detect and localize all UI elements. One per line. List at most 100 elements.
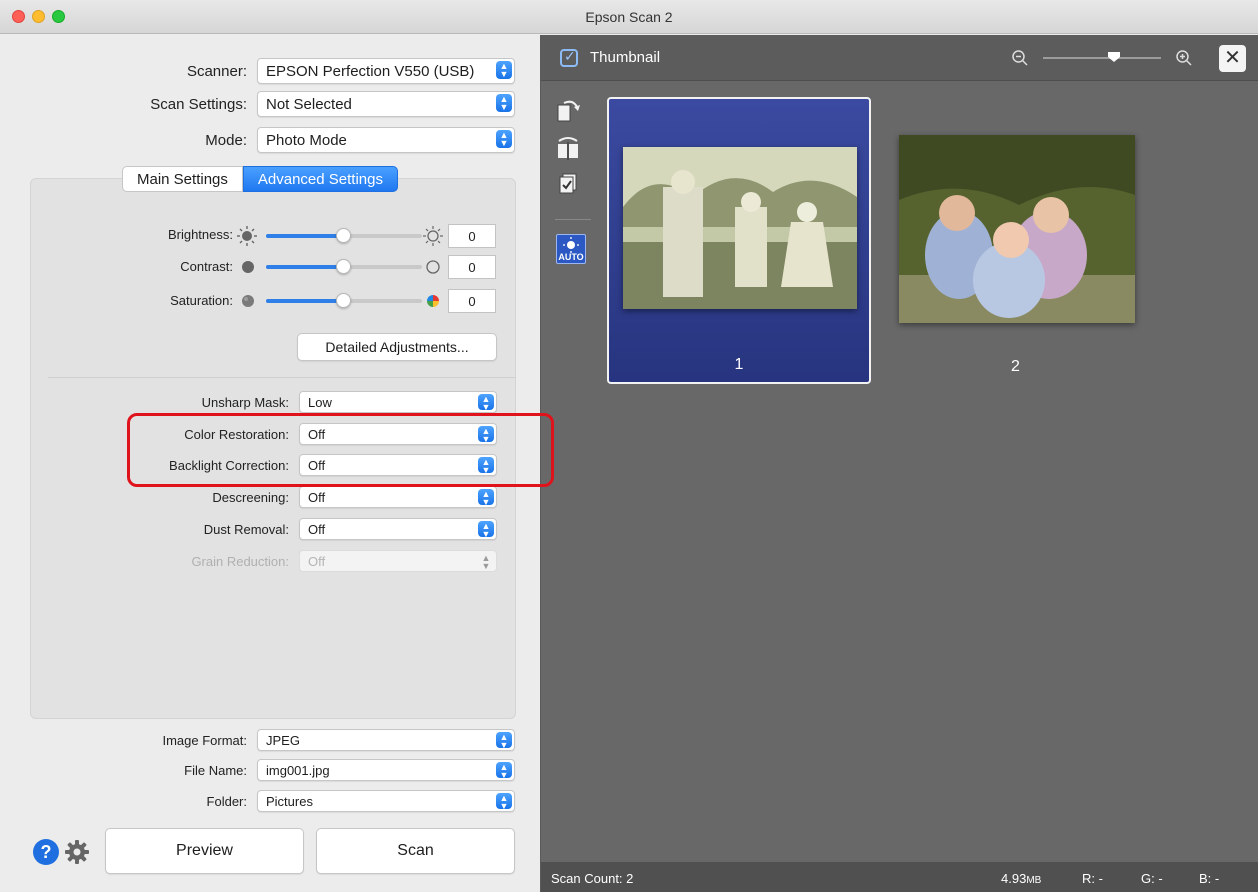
select-arrows-icon: ▲ ▼ (496, 61, 512, 79)
window-title: Epson Scan 2 (585, 9, 673, 25)
file-size-unit: MB (1026, 875, 1042, 886)
unsharp-mask-row: Unsharp Mask: Low ▲ ▼ (0, 391, 497, 413)
descreening-label: Descreening: (212, 489, 289, 505)
saturation-slider-knob[interactable] (336, 293, 351, 308)
scan-count: Scan Count: 2 (551, 871, 634, 886)
brightness-slider-knob[interactable] (336, 228, 351, 243)
image-format-value: JPEG (266, 732, 300, 748)
preview-panel: ✓ Thumbnail ✕ AUTO 1 2 Scan Count: 2 4.9… (540, 35, 1258, 892)
brightness-slider[interactable] (266, 228, 422, 243)
unsharp-mask-select[interactable]: Low ▲ ▼ (299, 391, 497, 413)
select-arrows-icon: ▲ ▼ (481, 553, 491, 571)
thumbnail-checkbox[interactable]: ✓ (560, 48, 578, 67)
dust-removal-label: Dust Removal: (203, 521, 289, 537)
file-name-row: File Name: img001.jpg ▲ ▼ (0, 759, 515, 781)
scan-settings-row: Scan Settings: Not Selected ▲ ▼ (0, 91, 515, 117)
saturation-low-icon (242, 295, 254, 307)
red-readout: R: - (1082, 871, 1103, 886)
scanner-select[interactable]: EPSON Perfection V550 (USB) ▲ ▼ (257, 58, 515, 84)
preview-button[interactable]: Preview (105, 828, 304, 874)
grain-reduction-select: Off ▲ ▼ (299, 550, 497, 572)
settings-tabs: Main Settings Advanced Settings (122, 166, 398, 192)
thumbnail-number-2: 2 (1011, 358, 1020, 375)
select-arrows-icon: ▲ ▼ (496, 130, 512, 148)
brightness-high-icon (423, 226, 443, 246)
select-all-icon[interactable] (555, 171, 581, 197)
image-format-row: Image Format: JPEG ▲ ▼ (0, 729, 515, 751)
svg-text:?: ? (41, 842, 52, 862)
file-name-select[interactable]: img001.jpg ▲ ▼ (257, 759, 515, 781)
image-format-select[interactable]: JPEG ▲ ▼ (257, 729, 515, 751)
file-name-label: File Name: (184, 762, 247, 778)
checkmark-icon: ✓ (564, 48, 576, 64)
flip-icon[interactable] (555, 135, 581, 161)
thumbnail-label: Thumbnail (590, 49, 661, 66)
highlight-annotation (127, 413, 554, 487)
blue-readout: B: - (1199, 871, 1220, 886)
mode-value: Photo Mode (266, 131, 347, 149)
thumbnail-number-1: 1 (734, 356, 744, 373)
mode-select[interactable]: Photo Mode ▲ ▼ (257, 127, 515, 153)
scanner-value: EPSON Perfection V550 (USB) (266, 62, 475, 80)
zoom-slider[interactable] (1043, 52, 1161, 62)
contrast-slider[interactable] (266, 259, 422, 274)
folder-row: Folder: Pictures ▲ ▼ (0, 790, 515, 812)
saturation-value-field[interactable]: 0 (448, 289, 496, 313)
file-name-value: img001.jpg (266, 762, 330, 778)
descreening-row: Descreening: Off ▲ ▼ (0, 486, 497, 508)
dust-removal-select[interactable]: Off ▲ ▼ (299, 518, 497, 540)
unsharp-mask-label: Unsharp Mask: (201, 394, 289, 410)
tab-main-settings[interactable]: Main Settings (122, 166, 243, 192)
zoom-slider-knob[interactable] (1107, 51, 1121, 63)
thumbnail-item-1[interactable]: 1 (607, 97, 871, 384)
preview-toolbar: ✓ Thumbnail ✕ (541, 35, 1258, 81)
brightness-value-field[interactable]: 0 (448, 224, 496, 248)
folder-select[interactable]: Pictures ▲ ▼ (257, 790, 515, 812)
descreening-select[interactable]: Off ▲ ▼ (299, 486, 497, 508)
folder-label: Folder: (206, 793, 247, 809)
select-arrows-icon: ▲ ▼ (496, 94, 512, 112)
grain-reduction-row: Grain Reduction: Off ▲ ▼ (0, 550, 497, 572)
auto-exposure-button[interactable]: AUTO (556, 234, 586, 264)
dust-removal-row: Dust Removal: Off ▲ ▼ (0, 518, 497, 540)
grain-reduction-label: Grain Reduction: (191, 553, 289, 569)
brightness-low-icon (237, 226, 257, 246)
scanner-label: Scanner: (186, 62, 247, 80)
auto-badge-label: AUTO (558, 252, 584, 262)
file-size: 4.93MB (1001, 871, 1041, 886)
descreening-value: Off (308, 489, 326, 505)
tab-advanced-settings[interactable]: Advanced Settings (242, 166, 398, 192)
zoom-in-icon[interactable] (1175, 49, 1193, 67)
scan-button[interactable]: Scan (316, 828, 515, 874)
contrast-value-field[interactable]: 0 (448, 255, 496, 279)
select-arrows-icon: ▲ ▼ (478, 394, 494, 412)
zoom-out-icon[interactable] (1011, 49, 1029, 67)
close-preview-button[interactable]: ✕ (1219, 45, 1246, 72)
brightness-label: Brightness: (167, 227, 233, 242)
rotate-icon[interactable] (555, 97, 581, 123)
image-format-label: Image Format: (162, 732, 247, 748)
detailed-adjustments-button[interactable]: Detailed Adjustments... (297, 333, 497, 361)
contrast-slider-knob[interactable] (336, 259, 351, 274)
saturation-slider-fill (266, 299, 344, 303)
settings-panel: Scanner: EPSON Perfection V550 (USB) ▲ ▼ … (0, 35, 554, 892)
dust-removal-value: Off (308, 521, 326, 537)
gear-icon[interactable] (64, 839, 90, 865)
contrast-high-icon (426, 260, 440, 274)
scan-settings-select[interactable]: Not Selected ▲ ▼ (257, 91, 515, 117)
select-arrows-icon: ▲ ▼ (496, 793, 512, 811)
thumbnail-image-1 (623, 147, 857, 309)
saturation-slider[interactable] (266, 293, 422, 308)
thumbnail-image-2 (899, 135, 1135, 323)
saturation-high-icon (427, 295, 439, 307)
brightness-slider-fill (266, 234, 344, 238)
mode-row: Mode: Photo Mode ▲ ▼ (0, 127, 515, 153)
contrast-slider-fill (266, 265, 344, 269)
select-arrows-icon: ▲ ▼ (478, 521, 494, 539)
select-arrows-icon: ▲ ▼ (496, 762, 512, 780)
folder-value: Pictures (266, 793, 313, 809)
section-divider (48, 377, 516, 378)
help-icon[interactable]: ? (32, 838, 60, 866)
saturation-label: Saturation: (170, 293, 233, 308)
scan-settings-label: Scan Settings: (150, 95, 247, 113)
